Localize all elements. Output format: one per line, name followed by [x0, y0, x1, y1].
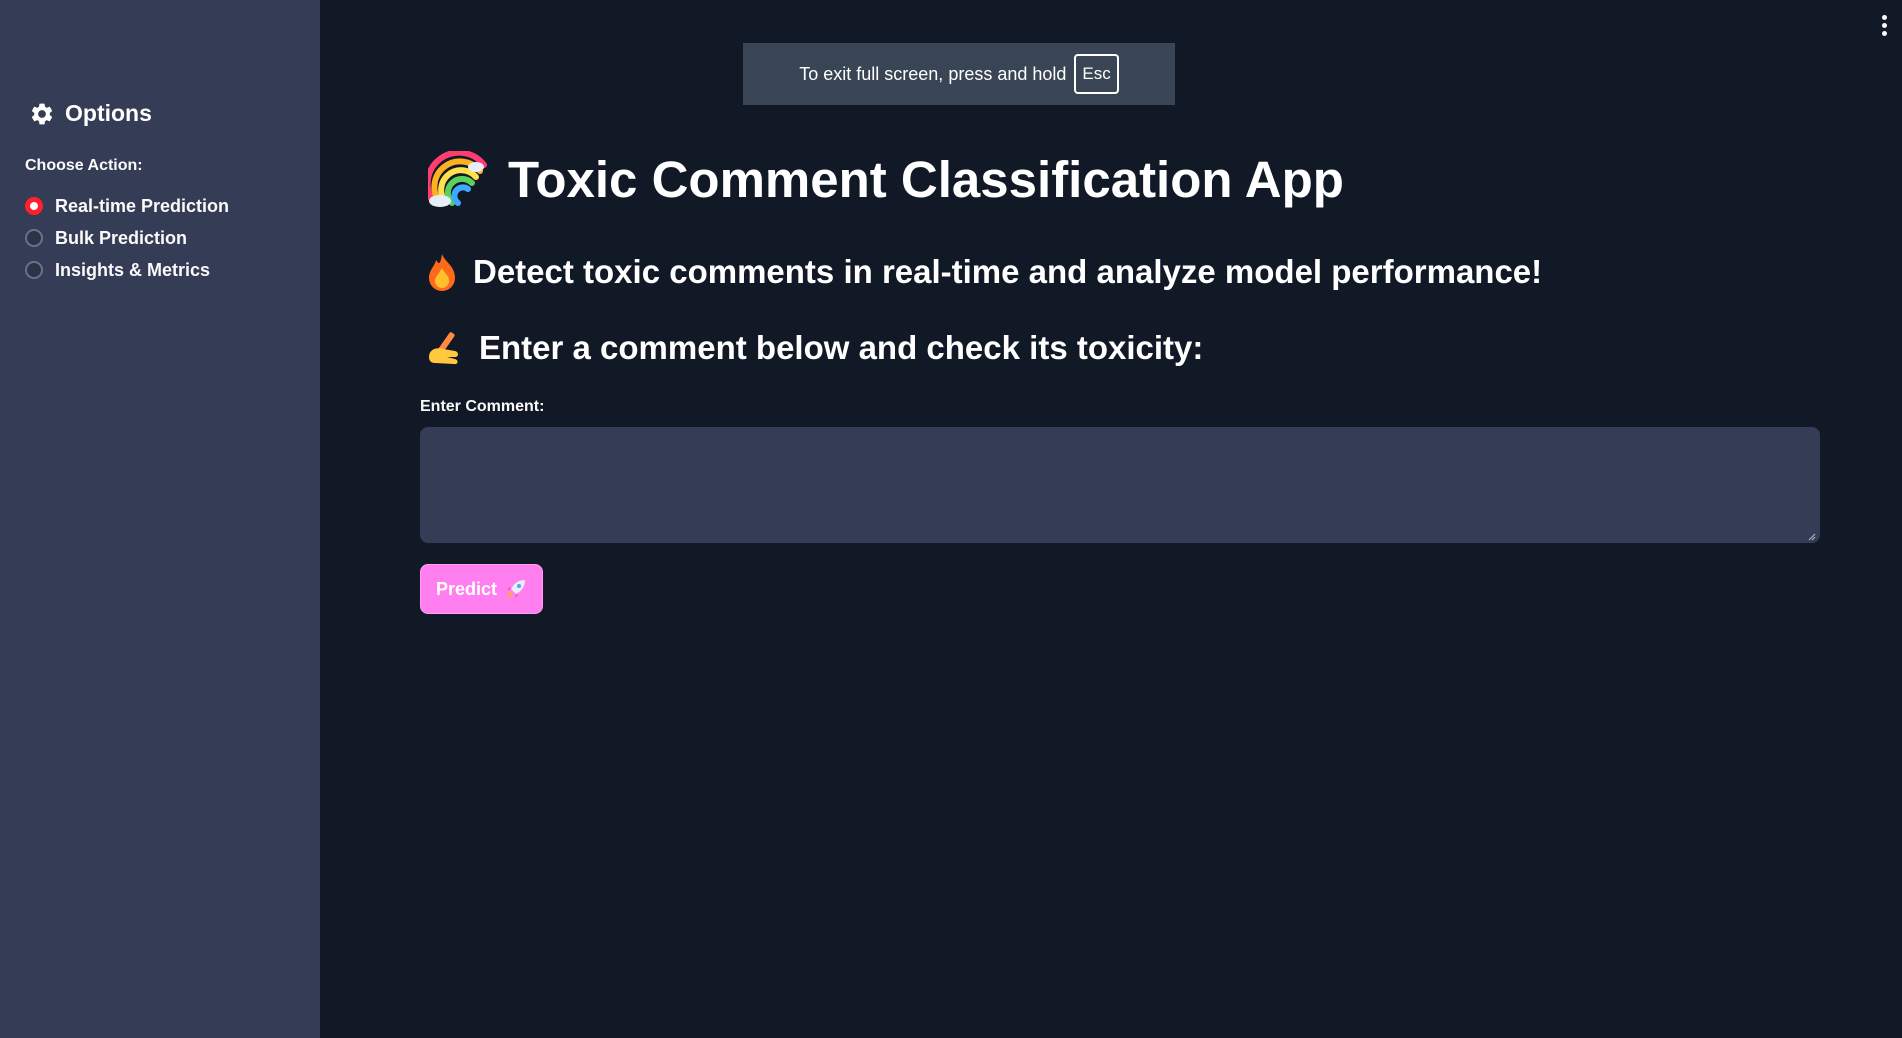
predict-button-label: Predict: [435, 578, 498, 599]
kebab-dot-icon: [1882, 15, 1887, 20]
kebab-dot-icon: [1882, 23, 1887, 28]
rocket-icon: [505, 578, 527, 600]
predict-button[interactable]: Predict: [420, 564, 543, 614]
action-radio-group: Real-time Prediction Bulk Prediction Ins…: [25, 190, 229, 286]
esc-key-badge: Esc: [1074, 54, 1119, 94]
rainbow-icon: [428, 150, 490, 209]
radio-option-label: Bulk Prediction: [55, 227, 188, 248]
page-title: Toxic Comment Classification App: [428, 150, 1344, 209]
kebab-dot-icon: [1882, 31, 1887, 36]
gear-icon: [29, 101, 55, 127]
writing-hand-icon: [425, 329, 465, 367]
resize-handle-icon[interactable]: [1808, 533, 1816, 541]
radio-option-label: Insights & Metrics: [55, 259, 211, 280]
radio-unchecked-icon[interactable]: [25, 261, 43, 279]
radio-checked-icon[interactable]: [25, 197, 43, 215]
fire-icon: [425, 252, 459, 292]
comment-field-label: Enter Comment:: [420, 398, 545, 415]
sidebar-header: Options: [29, 100, 152, 127]
radio-group-label: Choose Action:: [25, 157, 143, 174]
prompt-heading-text: Enter a comment below and check its toxi…: [479, 329, 1204, 366]
sidebar: Options Choose Action: Real-time Predict…: [0, 0, 320, 1038]
radio-option-bulk-prediction[interactable]: Bulk Prediction: [25, 222, 229, 254]
sidebar-title: Options: [65, 100, 152, 126]
radio-option-label: Real-time Prediction: [55, 195, 230, 216]
main-menu-button[interactable]: [1882, 15, 1888, 36]
page-title-text: Toxic Comment Classification App: [508, 151, 1344, 208]
radio-option-realtime-prediction[interactable]: Real-time Prediction: [25, 190, 229, 222]
fullscreen-notice: To exit full screen, press and hold Esc: [743, 43, 1175, 105]
subtitle-text: Detect toxic comments in real-time and a…: [473, 253, 1543, 290]
prompt-heading: Enter a comment below and check its toxi…: [425, 329, 1203, 367]
app-root: Options Choose Action: Real-time Predict…: [0, 0, 1902, 1038]
radio-option-insights-metrics[interactable]: Insights & Metrics: [25, 254, 229, 286]
fullscreen-notice-text: To exit full screen, press and hold: [799, 63, 1067, 84]
subtitle: Detect toxic comments in real-time and a…: [425, 252, 1542, 292]
radio-unchecked-icon[interactable]: [25, 229, 43, 247]
comment-textarea[interactable]: [420, 427, 1820, 543]
